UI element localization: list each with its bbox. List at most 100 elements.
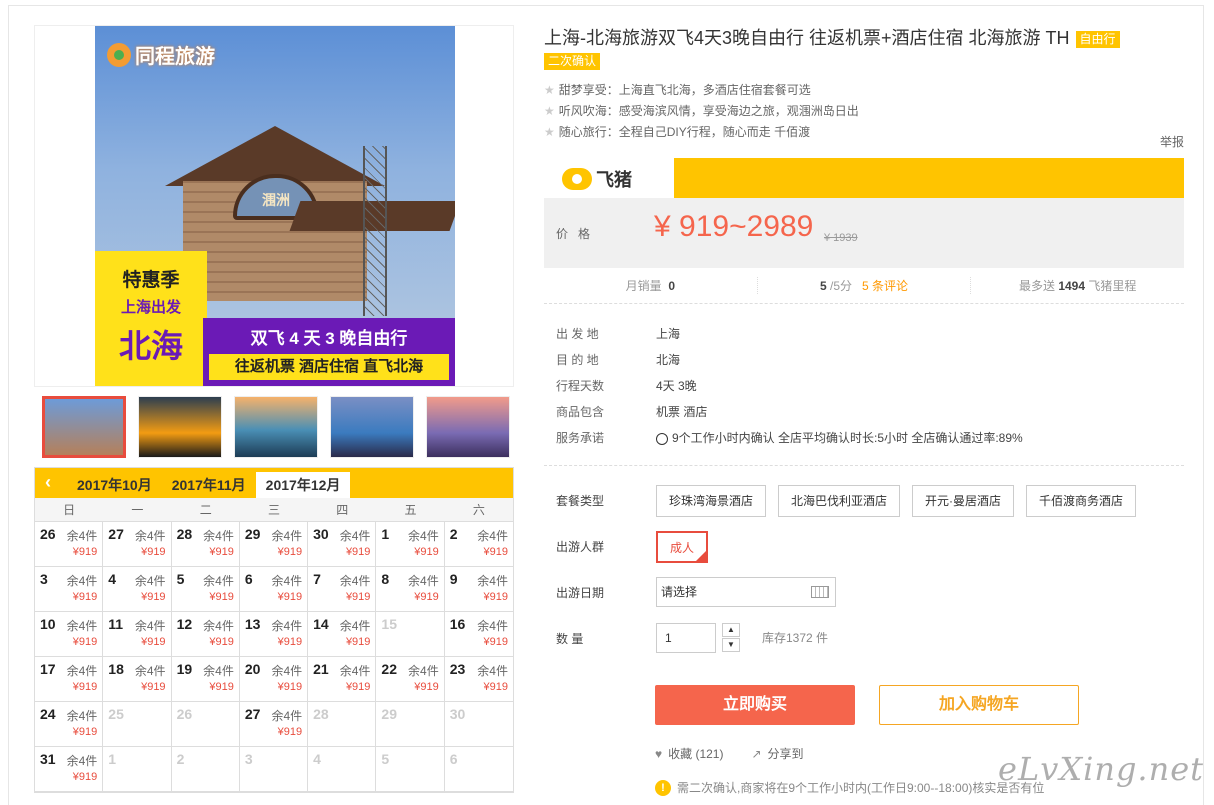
day-number: 24	[40, 706, 56, 722]
calendar-day[interactable]: 29 余4件 ¥919	[239, 522, 309, 567]
buy-now-button[interactable]: 立即购买	[655, 685, 855, 725]
package-option[interactable]: 千佰渡商务酒店	[1026, 485, 1137, 517]
calendar-day[interactable]: 7 余4件 ¥919	[308, 567, 377, 612]
increment-button[interactable]: ▲	[722, 623, 740, 637]
feature-text: 甜梦享受：上海直飞北海，多酒店住宿套餐可选	[558, 83, 811, 97]
date-picker-input[interactable]: 请选择	[656, 577, 836, 607]
brand-logo-icon	[107, 42, 131, 67]
day-stock: 余4件	[66, 709, 98, 723]
day-number: 2	[449, 526, 458, 542]
quantity-row: 数 量 1 ▲ ▼ 库存1372 件	[556, 623, 1148, 655]
calendar-day[interactable]: 5 余4件 ¥919	[171, 567, 240, 612]
crowd-label: 出游人群	[556, 540, 605, 554]
decrement-button[interactable]: ▼	[722, 638, 740, 652]
tab-month-nov[interactable]: 2017年11月	[162, 472, 256, 498]
price-calendar: ‹ 2017年10月 2017年11月 2017年12月 日 一 二 三 四 五…	[34, 467, 514, 793]
detail-key: 服务承诺	[556, 431, 605, 445]
day-number: 5	[381, 751, 390, 767]
calendar-day[interactable]: 4 余4件 ¥919	[103, 567, 172, 612]
share-link[interactable]: ↗ 分享到	[751, 745, 803, 762]
calendar-day[interactable]: 31 余4件 ¥919	[35, 747, 104, 792]
quantity-input[interactable]: 1	[656, 623, 716, 653]
detail-key: 商品包含	[556, 405, 605, 419]
calendar-day[interactable]: 20 余4件 ¥919	[239, 657, 309, 702]
thumbnail-3[interactable]	[234, 396, 318, 458]
day-stock: 余4件	[203, 619, 234, 633]
thumbnail-5[interactable]	[426, 396, 510, 458]
calendar-day[interactable]: 1 余4件 ¥919	[376, 522, 445, 567]
weekday-header: 日 一 二 三 四 五 六	[35, 498, 513, 522]
calendar-day[interactable]: 13 余4件 ¥919	[239, 612, 309, 657]
fliggy-name: 飞猪	[596, 170, 632, 190]
day-number: 23	[449, 661, 466, 677]
day-price: ¥919	[209, 681, 234, 693]
calendar-day[interactable]: 9 余4件 ¥919	[444, 567, 513, 612]
favorite-link[interactable]: ♥ 收藏 (121)	[655, 745, 723, 762]
calendar-day[interactable]: 10 余4件 ¥919	[35, 612, 104, 657]
main-image[interactable]: 同程旅游 涠洲 特惠季 上海出发 北海 双飞 4 天 3 晚自由行 往返机票 酒…	[34, 25, 514, 387]
tab-month-oct[interactable]: 2017年10月	[67, 472, 162, 498]
calendar-day[interactable]: 19 余4件 ¥919	[171, 657, 240, 702]
day-number: 29	[244, 526, 261, 542]
report-link[interactable]: 举报	[1160, 133, 1184, 150]
calendar-icon[interactable]	[811, 586, 829, 598]
calendar-day[interactable]: 6 余4件 ¥919	[239, 567, 309, 612]
calendar-day[interactable]: 12 余4件 ¥919	[171, 612, 240, 657]
day-number: 3	[244, 751, 253, 767]
day-stock: 余4件	[477, 574, 508, 588]
monthly-sales: 月销量 0	[544, 277, 758, 294]
calendar-day[interactable]: 30 余4件 ¥919	[308, 522, 377, 567]
calendar-day[interactable]: 14 余4件 ¥919	[308, 612, 377, 657]
feature-item: ★ 甜梦享受：上海直飞北海，多酒店住宿套餐可选	[544, 80, 1184, 101]
day-price: ¥919	[141, 546, 166, 558]
calendar-day[interactable]: 17 余4件 ¥919	[35, 657, 104, 702]
day-stock: 余4件	[271, 529, 303, 543]
calendar-day[interactable]: 8 余4件 ¥919	[376, 567, 445, 612]
calendar-day[interactable]: 24 余4件 ¥919	[35, 702, 104, 747]
calendar-day: 5	[376, 747, 445, 792]
crowd-option-adult[interactable]: 成人	[656, 531, 709, 563]
day-stock: 余4件	[134, 574, 166, 588]
day-price: ¥919	[414, 681, 439, 693]
thumbnail-4[interactable]	[330, 396, 414, 458]
thumbnail-1[interactable]	[42, 396, 126, 458]
calendar-day[interactable]: 18 余4件 ¥919	[103, 657, 172, 702]
calendar-day[interactable]: 3 余4件 ¥919	[35, 567, 104, 612]
calendar-day[interactable]: 11 余4件 ¥919	[103, 612, 172, 657]
calendar-day[interactable]: 21 余4件 ¥919	[308, 657, 377, 702]
brand-logo: 同程旅游	[107, 40, 215, 69]
calendar-day[interactable]: 23 余4件 ¥919	[444, 657, 513, 702]
thumbnail-strip	[34, 393, 514, 461]
miles-suffix: 飞猪里程	[1088, 279, 1137, 293]
add-to-cart-button[interactable]: 加入购物车	[879, 685, 1079, 725]
calendar-day[interactable]: 22 余4件 ¥919	[376, 657, 445, 702]
day-price: ¥919	[277, 681, 303, 693]
thumbnail-2[interactable]	[138, 396, 222, 458]
check-icon	[656, 432, 668, 445]
calendar-day: 25	[103, 702, 172, 747]
package-option[interactable]: 北海巴伐利亚酒店	[778, 485, 901, 517]
calendar-day[interactable]: 26 余4件 ¥919	[35, 522, 104, 567]
detail-key: 出 发 地	[556, 327, 599, 341]
calendar-day[interactable]: 27 余4件 ¥919	[103, 522, 172, 567]
product-photo: 同程旅游 涠洲 特惠季 上海出发 北海 双飞 4 天 3 晚自由行 往返机票 酒…	[95, 26, 455, 386]
reviews-link[interactable]: 5 条评论	[862, 279, 908, 293]
calendar-day[interactable]: 16 余4件 ¥919	[444, 612, 513, 657]
tab-month-dec[interactable]: 2017年12月	[255, 472, 351, 498]
calendar-day[interactable]: 27 余4件 ¥919	[239, 702, 309, 747]
day-number: 16	[449, 616, 466, 632]
watermark: eLvXing.net	[998, 750, 1204, 788]
package-option[interactable]: 珍珠湾海景酒店	[656, 485, 767, 517]
calendar-day[interactable]: 2 余4件 ¥919	[444, 522, 513, 567]
price-value: ¥ 919~2989	[654, 210, 814, 243]
detail-value-wrap: 9个工作小时内确认 全店平均确认时长:5小时 全店确认通过率:89%	[656, 425, 1023, 451]
detail-list: 出 发 地 上海 目 的 地 北海 行程天数 4天 3晚 商品包含 机票 酒店 服务承诺…	[556, 321, 1023, 451]
brand-name: 同程旅游	[135, 46, 215, 68]
day-number: 17	[40, 661, 56, 677]
day-number: 1	[381, 526, 390, 542]
calendar-day[interactable]: 28 余4件 ¥919	[171, 522, 240, 567]
package-option[interactable]: 开元·曼居酒店	[912, 485, 1015, 517]
chevron-left-icon[interactable]: ‹	[45, 468, 67, 498]
fliggy-icon	[562, 168, 592, 190]
date-placeholder: 请选择	[661, 585, 698, 599]
